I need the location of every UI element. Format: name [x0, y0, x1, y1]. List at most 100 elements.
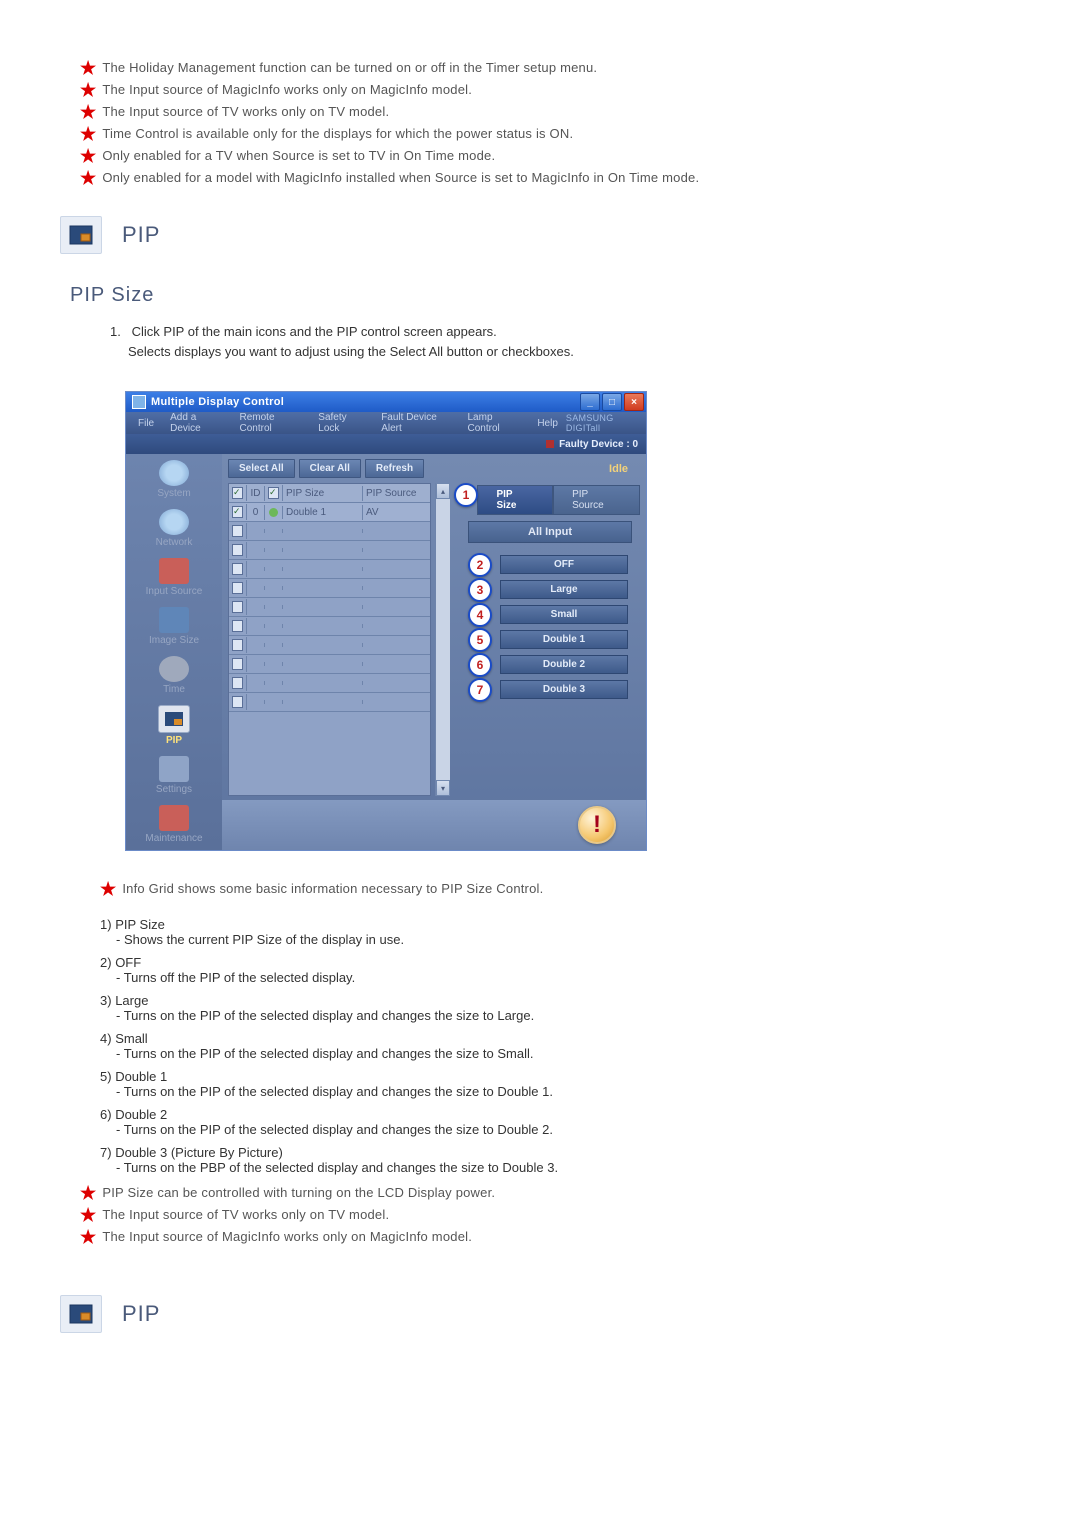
sidebar-item-network[interactable]: Network [130, 509, 218, 548]
grid-row[interactable] [229, 541, 430, 560]
input-source-icon [159, 558, 189, 584]
col-id: ID [247, 486, 265, 501]
mid-note: ★ Info Grid shows some basic information… [100, 881, 980, 897]
header-checkbox[interactable] [232, 487, 243, 499]
globe-icon [159, 460, 189, 486]
desc-item: 5) Double 1Turns on the PIP of the selec… [100, 1069, 980, 1099]
menu-remote-control[interactable]: Remote Control [231, 409, 310, 437]
section-header-pip-2: PIP [60, 1295, 980, 1333]
cell-source: AV [363, 505, 430, 520]
star-icon: ★ [80, 148, 96, 164]
window-footer: ! [222, 800, 646, 850]
pip-double2-button[interactable]: Double 2 [500, 655, 628, 674]
desc-item: 4) SmallTurns on the PIP of the selected… [100, 1031, 980, 1061]
sidebar-item-image-size[interactable]: Image Size [130, 607, 218, 646]
section-title: PIP [122, 222, 160, 248]
sidebar-item-settings[interactable]: Settings [130, 756, 218, 795]
menubar: File Add a Device Remote Control Safety … [126, 412, 646, 434]
callout-marker-6: 6 [468, 653, 492, 677]
refresh-button[interactable]: Refresh [365, 459, 424, 478]
star-icon: ★ [80, 1207, 96, 1223]
sidebar-item-pip[interactable]: PIP [130, 705, 218, 746]
row-checkbox[interactable] [232, 506, 243, 518]
row-checkbox[interactable] [232, 563, 243, 575]
grid-row[interactable] [229, 522, 430, 541]
menu-fault-alert[interactable]: Fault Device Alert [373, 409, 459, 437]
note-item: ★The Input source of TV works only on TV… [80, 104, 980, 120]
network-icon [159, 509, 189, 535]
sidebar: System Network Input Source Image Size T… [126, 454, 222, 850]
note-item: ★The Input source of MagicInfo works onl… [80, 1229, 980, 1245]
faulty-bar: Faulty Device : 0 [126, 434, 646, 454]
pip-icon [60, 1295, 102, 1333]
status-dot-icon [269, 508, 278, 517]
grid-row[interactable] [229, 617, 430, 636]
grid-row[interactable] [229, 636, 430, 655]
star-icon: ★ [80, 126, 96, 142]
star-icon: ★ [80, 82, 96, 98]
callout-marker-4: 4 [468, 603, 492, 627]
menu-safety-lock[interactable]: Safety Lock [310, 409, 373, 437]
subsection-title: PIP Size [70, 284, 980, 307]
tab-pip-source[interactable]: PIP Source [553, 485, 640, 515]
scroll-up-icon[interactable]: ▴ [436, 483, 450, 499]
maintenance-icon [159, 805, 189, 831]
pip-double3-button[interactable]: Double 3 [500, 680, 628, 699]
desc-item: 2) OFFTurns off the PIP of the selected … [100, 955, 980, 985]
window-title: Multiple Display Control [151, 396, 580, 408]
grid-row[interactable] [229, 674, 430, 693]
grid-row[interactable]: 0 Double 1 AV [229, 503, 430, 522]
maximize-button[interactable]: □ [602, 393, 622, 411]
sidebar-item-input-source[interactable]: Input Source [130, 558, 218, 597]
note-item: ★Only enabled for a model with MagicInfo… [80, 170, 980, 186]
pip-large-button[interactable]: Large [500, 580, 628, 599]
scroll-down-icon[interactable]: ▾ [436, 780, 450, 796]
faulty-count: Faulty Device : 0 [559, 439, 638, 450]
sidebar-item-time[interactable]: Time [130, 656, 218, 695]
top-notes: ★The Holiday Management function can be … [80, 60, 980, 186]
gear-icon [159, 756, 189, 782]
section-title: PIP [122, 1301, 160, 1327]
pip-off-button[interactable]: OFF [500, 555, 628, 574]
pip-small-button[interactable]: Small [500, 605, 628, 624]
menu-add-device[interactable]: Add a Device [162, 409, 231, 437]
menu-file[interactable]: File [130, 415, 162, 432]
intro-line: Selects displays you want to adjust usin… [128, 344, 574, 359]
row-checkbox[interactable] [232, 525, 243, 537]
row-checkbox[interactable] [232, 639, 243, 651]
grid-row[interactable] [229, 655, 430, 674]
row-checkbox[interactable] [232, 601, 243, 613]
grid-row[interactable] [229, 560, 430, 579]
intro-number: 1. [110, 322, 128, 342]
desc-item: 3) LargeTurns on the PIP of the selected… [100, 993, 980, 1023]
pip-nav-icon [158, 705, 190, 733]
section-header-pip: PIP [60, 216, 980, 254]
pip-double1-button[interactable]: Double 1 [500, 630, 628, 649]
sidebar-item-system[interactable]: System [130, 460, 218, 499]
grid-row[interactable] [229, 598, 430, 617]
row-checkbox[interactable] [232, 544, 243, 556]
row-checkbox[interactable] [232, 696, 243, 708]
app-icon [132, 395, 146, 409]
tab-pip-size[interactable]: PIP Size [477, 485, 553, 515]
app-window: Multiple Display Control _ □ × File Add … [125, 391, 647, 851]
header-status-checkbox[interactable] [268, 487, 279, 499]
menu-lamp-control[interactable]: Lamp Control [459, 409, 529, 437]
row-checkbox[interactable] [232, 582, 243, 594]
description-list: 1) PIP SizeShows the current PIP Size of… [100, 917, 980, 1175]
grid-scrollbar[interactable]: ▴ ▾ [435, 483, 450, 796]
row-checkbox[interactable] [232, 658, 243, 670]
row-checkbox[interactable] [232, 677, 243, 689]
grid-row[interactable] [229, 579, 430, 598]
sidebar-item-maintenance[interactable]: Maintenance [130, 805, 218, 844]
minimize-button[interactable]: _ [580, 393, 600, 411]
clear-all-button[interactable]: Clear All [299, 459, 361, 478]
menu-help[interactable]: Help [529, 415, 566, 432]
select-all-button[interactable]: Select All [228, 459, 295, 478]
device-grid: ID PIP Size PIP Source 0 Double 1 AV [228, 483, 431, 796]
note-item: ★The Input source of MagicInfo works onl… [80, 82, 980, 98]
toolbar: Select All Clear All Refresh Idle [222, 454, 646, 483]
close-button[interactable]: × [624, 393, 644, 411]
grid-row[interactable] [229, 693, 430, 712]
row-checkbox[interactable] [232, 620, 243, 632]
